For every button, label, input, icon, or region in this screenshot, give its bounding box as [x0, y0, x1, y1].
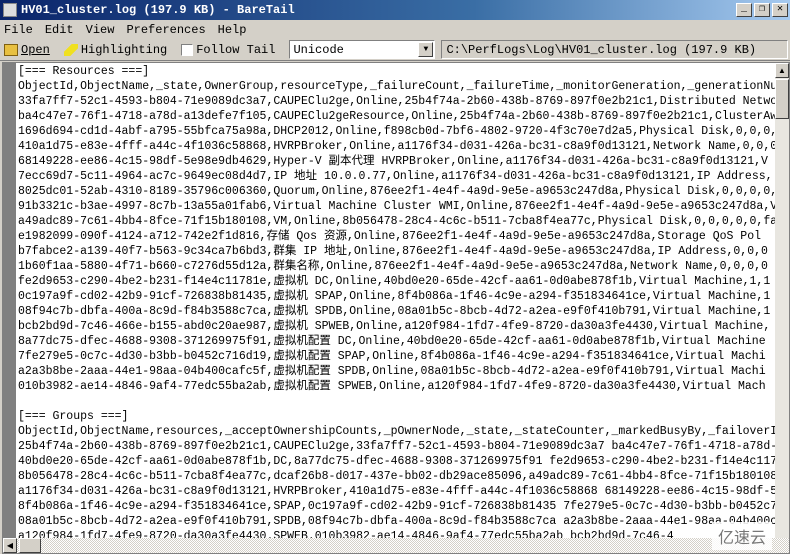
log-line: fe2d9653-c290-4be2-b231-f14e4c11781e,虚拟机… — [18, 274, 778, 289]
chevron-down-icon[interactable]: ▼ — [418, 42, 434, 57]
log-line-text: 7fe279e5-0c7c-4d30-b3bb-b0452c716d19,虚拟机… — [18, 350, 766, 363]
menu-help[interactable]: Help — [218, 23, 247, 37]
log-line-text: 40bd0e20-65de-42cf-aa61-0d0abe878f1b,DC,… — [18, 455, 778, 468]
highlighter-icon — [63, 43, 78, 56]
log-line-text: 1b60f1aa-5880-4f71-b660-c7276d55d12a,群集名… — [18, 260, 768, 273]
log-line-text: ObjectId,ObjectName,_state,OwnerGroup,re… — [18, 80, 778, 93]
log-line: a1176f34-d031-426a-bc31-c8a9f0d13121,HVR… — [18, 484, 778, 499]
close-button[interactable]: ✕ — [772, 3, 788, 17]
log-line: ba4c47e7-76f1-4718-a78d-a13defe7f105,CAU… — [18, 109, 778, 124]
menu-edit[interactable]: Edit — [45, 23, 74, 37]
scroll-thumb[interactable] — [775, 79, 789, 119]
log-lines: [=== Resources ===] ObjectId,ObjectName,_… — [18, 64, 778, 539]
log-line: ObjectId,ObjectName,resources,_acceptOwn… — [18, 424, 778, 439]
log-line: [=== Resources ===] — [18, 64, 778, 79]
log-line: 0c197a9f-cd02-42b9-91cf-726838b81435,虚拟机… — [18, 289, 778, 304]
minimize-button[interactable]: _ — [736, 3, 752, 17]
log-line-text: 68149228-ee86-4c15-98df-5e98e9db4629,Hyp… — [18, 155, 768, 168]
log-line-text: 7ecc69d7-5c11-4964-ac7c-9649ec08d4d7,IP … — [18, 170, 773, 183]
log-line: 08f94c7b-dbfa-400a-8c9d-f84b3588c7ca,虚拟机… — [18, 304, 778, 319]
log-line: a49adc89-7c61-4bb4-8fce-71f15b180108,VM,… — [18, 214, 778, 229]
horizontal-scrollbar[interactable]: ◀ — [3, 538, 789, 553]
menu-bar: File Edit View Preferences Help — [0, 20, 790, 39]
log-line: 40bd0e20-65de-42cf-aa61-0d0abe878f1b,DC,… — [18, 454, 778, 469]
log-line: a2a3b8be-2aaa-44e1-98aa-04b400cafc5f,虚拟机… — [18, 364, 778, 379]
log-line-text: [=== Resources ===] — [18, 65, 150, 78]
log-line: 7fe279e5-0c7c-4d30-b3bb-b0452c716d19,虚拟机… — [18, 349, 778, 364]
log-line: 7ecc69d7-5c11-4964-ac7c-9649ec08d4d7,IP … — [18, 169, 778, 184]
log-line: 08a01b5c-8bcb-4d72-a2ea-e9f0f410b791,SPD… — [18, 514, 778, 529]
log-line: 25b4f74a-2b60-438b-8769-897f0e2b21c1,CAU… — [18, 439, 778, 454]
menu-view[interactable]: View — [86, 23, 115, 37]
follow-tail-checkbox[interactable]: Follow Tail — [181, 43, 275, 57]
encoding-select[interactable]: Unicode ▼ — [289, 40, 436, 59]
log-view[interactable]: [=== Resources ===] ObjectId,ObjectName,_… — [2, 62, 790, 554]
toolbar: Open Highlighting Follow Tail Unicode ▼ … — [0, 39, 790, 61]
vertical-scrollbar[interactable]: ▲ — [775, 63, 789, 539]
log-line-text: 08f94c7b-dbfa-400a-8c9d-f84b3588c7ca,虚拟机… — [18, 305, 771, 318]
log-line-text: a49adc89-7c61-4bb4-8fce-71f15b180108,VM,… — [18, 215, 778, 228]
log-line: e1982099-090f-4124-a712-742e2f1d816,存储 Q… — [18, 229, 778, 244]
open-button[interactable]: Open — [4, 43, 50, 57]
menu-file[interactable]: File — [4, 23, 33, 37]
log-line-text: 8f4b086a-1f46-4c9e-a294-f351834641ce,SPA… — [18, 500, 778, 513]
checkbox[interactable] — [181, 43, 194, 56]
log-line: b7fabce2-a139-40f7-b563-9c34ca7b6bd3,群集 … — [18, 244, 778, 259]
log-line: ObjectId,ObjectName,_state,OwnerGroup,re… — [18, 79, 778, 94]
log-line-text: 91b3321c-b3ae-4997-8c7b-13a55a01fab6,Vir… — [18, 200, 778, 213]
log-line: 410a1d75-e83e-4fff-a44c-4f1036c58868,HVR… — [18, 139, 778, 154]
log-line-text: ObjectId,ObjectName,resources,_acceptOwn… — [18, 425, 778, 438]
line-gutter — [3, 63, 16, 539]
log-line-text: 1696d694-cd1d-4abf-a795-55bfca75a98a,DHC… — [18, 125, 778, 138]
log-line-text: 410a1d75-e83e-4fff-a44c-4f1036c58868,HVR… — [18, 140, 778, 153]
log-line: [=== Groups ===] — [18, 409, 778, 424]
log-line-text: bcb2bd9d-7c46-466e-b155-abd0c20ae987,虚拟机… — [18, 320, 771, 333]
window-title: HV01_cluster.log (197.9 KB) - BareTail — [21, 3, 295, 17]
log-line: 1b60f1aa-5880-4f71-b660-c7276d55d12a,群集名… — [18, 259, 778, 274]
log-line: 91b3321c-b3ae-4997-8c7b-13a55a01fab6,Vir… — [18, 199, 778, 214]
menu-preferences[interactable]: Preferences — [126, 23, 205, 37]
log-line: 68149228-ee86-4c15-98df-5e98e9db4629,Hyp… — [18, 154, 778, 169]
log-line-text: a1176f34-d031-426a-bc31-c8a9f0d13121,HVR… — [18, 485, 778, 498]
scroll-up-icon[interactable]: ▲ — [775, 63, 789, 78]
watermark-logo: 亿速云 — [711, 522, 772, 550]
log-line-text: 08a01b5c-8bcb-4d72-a2ea-e9f0f410b791,SPD… — [18, 515, 778, 528]
log-line: 010b3982-ae14-4846-9af4-77edc55ba2ab,虚拟机… — [18, 379, 778, 394]
restore-button[interactable]: ❐ — [754, 3, 770, 17]
log-line-text: 8b056478-28c4-4c6c-b511-7cba8f4ea77c,dca… — [18, 470, 778, 483]
log-line-text: 8a77dc75-dfec-4688-9308-371269975f91,虚拟机… — [18, 335, 766, 348]
title-bar: HV01_cluster.log (197.9 KB) - BareTail _… — [0, 0, 790, 20]
log-line-text: 0c197a9f-cd02-42b9-91cf-726838b81435,虚拟机… — [18, 290, 771, 303]
log-line: 1696d694-cd1d-4abf-a795-55bfca75a98a,DHC… — [18, 124, 778, 139]
scroll-left-icon[interactable]: ◀ — [3, 538, 17, 553]
log-line: 8f4b086a-1f46-4c9e-a294-f351834641ce,SPA… — [18, 499, 778, 514]
highlighting-button[interactable]: Highlighting — [63, 43, 167, 57]
log-line-text: 25b4f74a-2b60-438b-8769-897f0e2b21c1,CAU… — [18, 440, 778, 453]
app-icon — [3, 3, 17, 17]
log-line: 8025dc01-52ab-4310-8189-35796c006360,Quo… — [18, 184, 778, 199]
log-line-text: [=== Groups ===] — [18, 410, 129, 423]
log-line: 8a77dc75-dfec-4688-9308-371269975f91,虚拟机… — [18, 334, 778, 349]
log-line: 8b056478-28c4-4c6c-b511-7cba8f4ea77c,dca… — [18, 469, 778, 484]
folder-open-icon — [4, 43, 18, 56]
log-line: 33fa7ff7-52c1-4593-b804-71e9089dc3a7,CAU… — [18, 94, 778, 109]
scroll-thumb[interactable] — [19, 538, 41, 553]
log-line-text: 8025dc01-52ab-4310-8189-35796c006360,Quo… — [18, 185, 778, 198]
log-line-text: ba4c47e7-76f1-4718-a78d-a13defe7f105,CAU… — [18, 110, 778, 123]
log-line-text: a2a3b8be-2aaa-44e1-98aa-04b400cafc5f,虚拟机… — [18, 365, 766, 378]
log-line-text: b7fabce2-a139-40f7-b563-9c34ca7b6bd3,群集 … — [18, 245, 768, 258]
log-line-text: fe2d9653-c290-4be2-b231-f14e4c11781e,虚拟机… — [18, 275, 771, 288]
log-line-text: 010b3982-ae14-4846-9af4-77edc55ba2ab,虚拟机… — [18, 380, 766, 393]
log-line-text: e1982099-090f-4124-a712-742e2f1d816,存储 Q… — [18, 230, 762, 243]
log-line: bcb2bd9d-7c46-466e-b155-abd0c20ae987,虚拟机… — [18, 319, 778, 334]
file-path-display: C:\PerfLogs\Log\HV01_cluster.log (197.9 … — [441, 40, 788, 59]
log-line-text: 33fa7ff7-52c1-4593-b804-71e9089dc3a7,CAU… — [18, 95, 778, 108]
